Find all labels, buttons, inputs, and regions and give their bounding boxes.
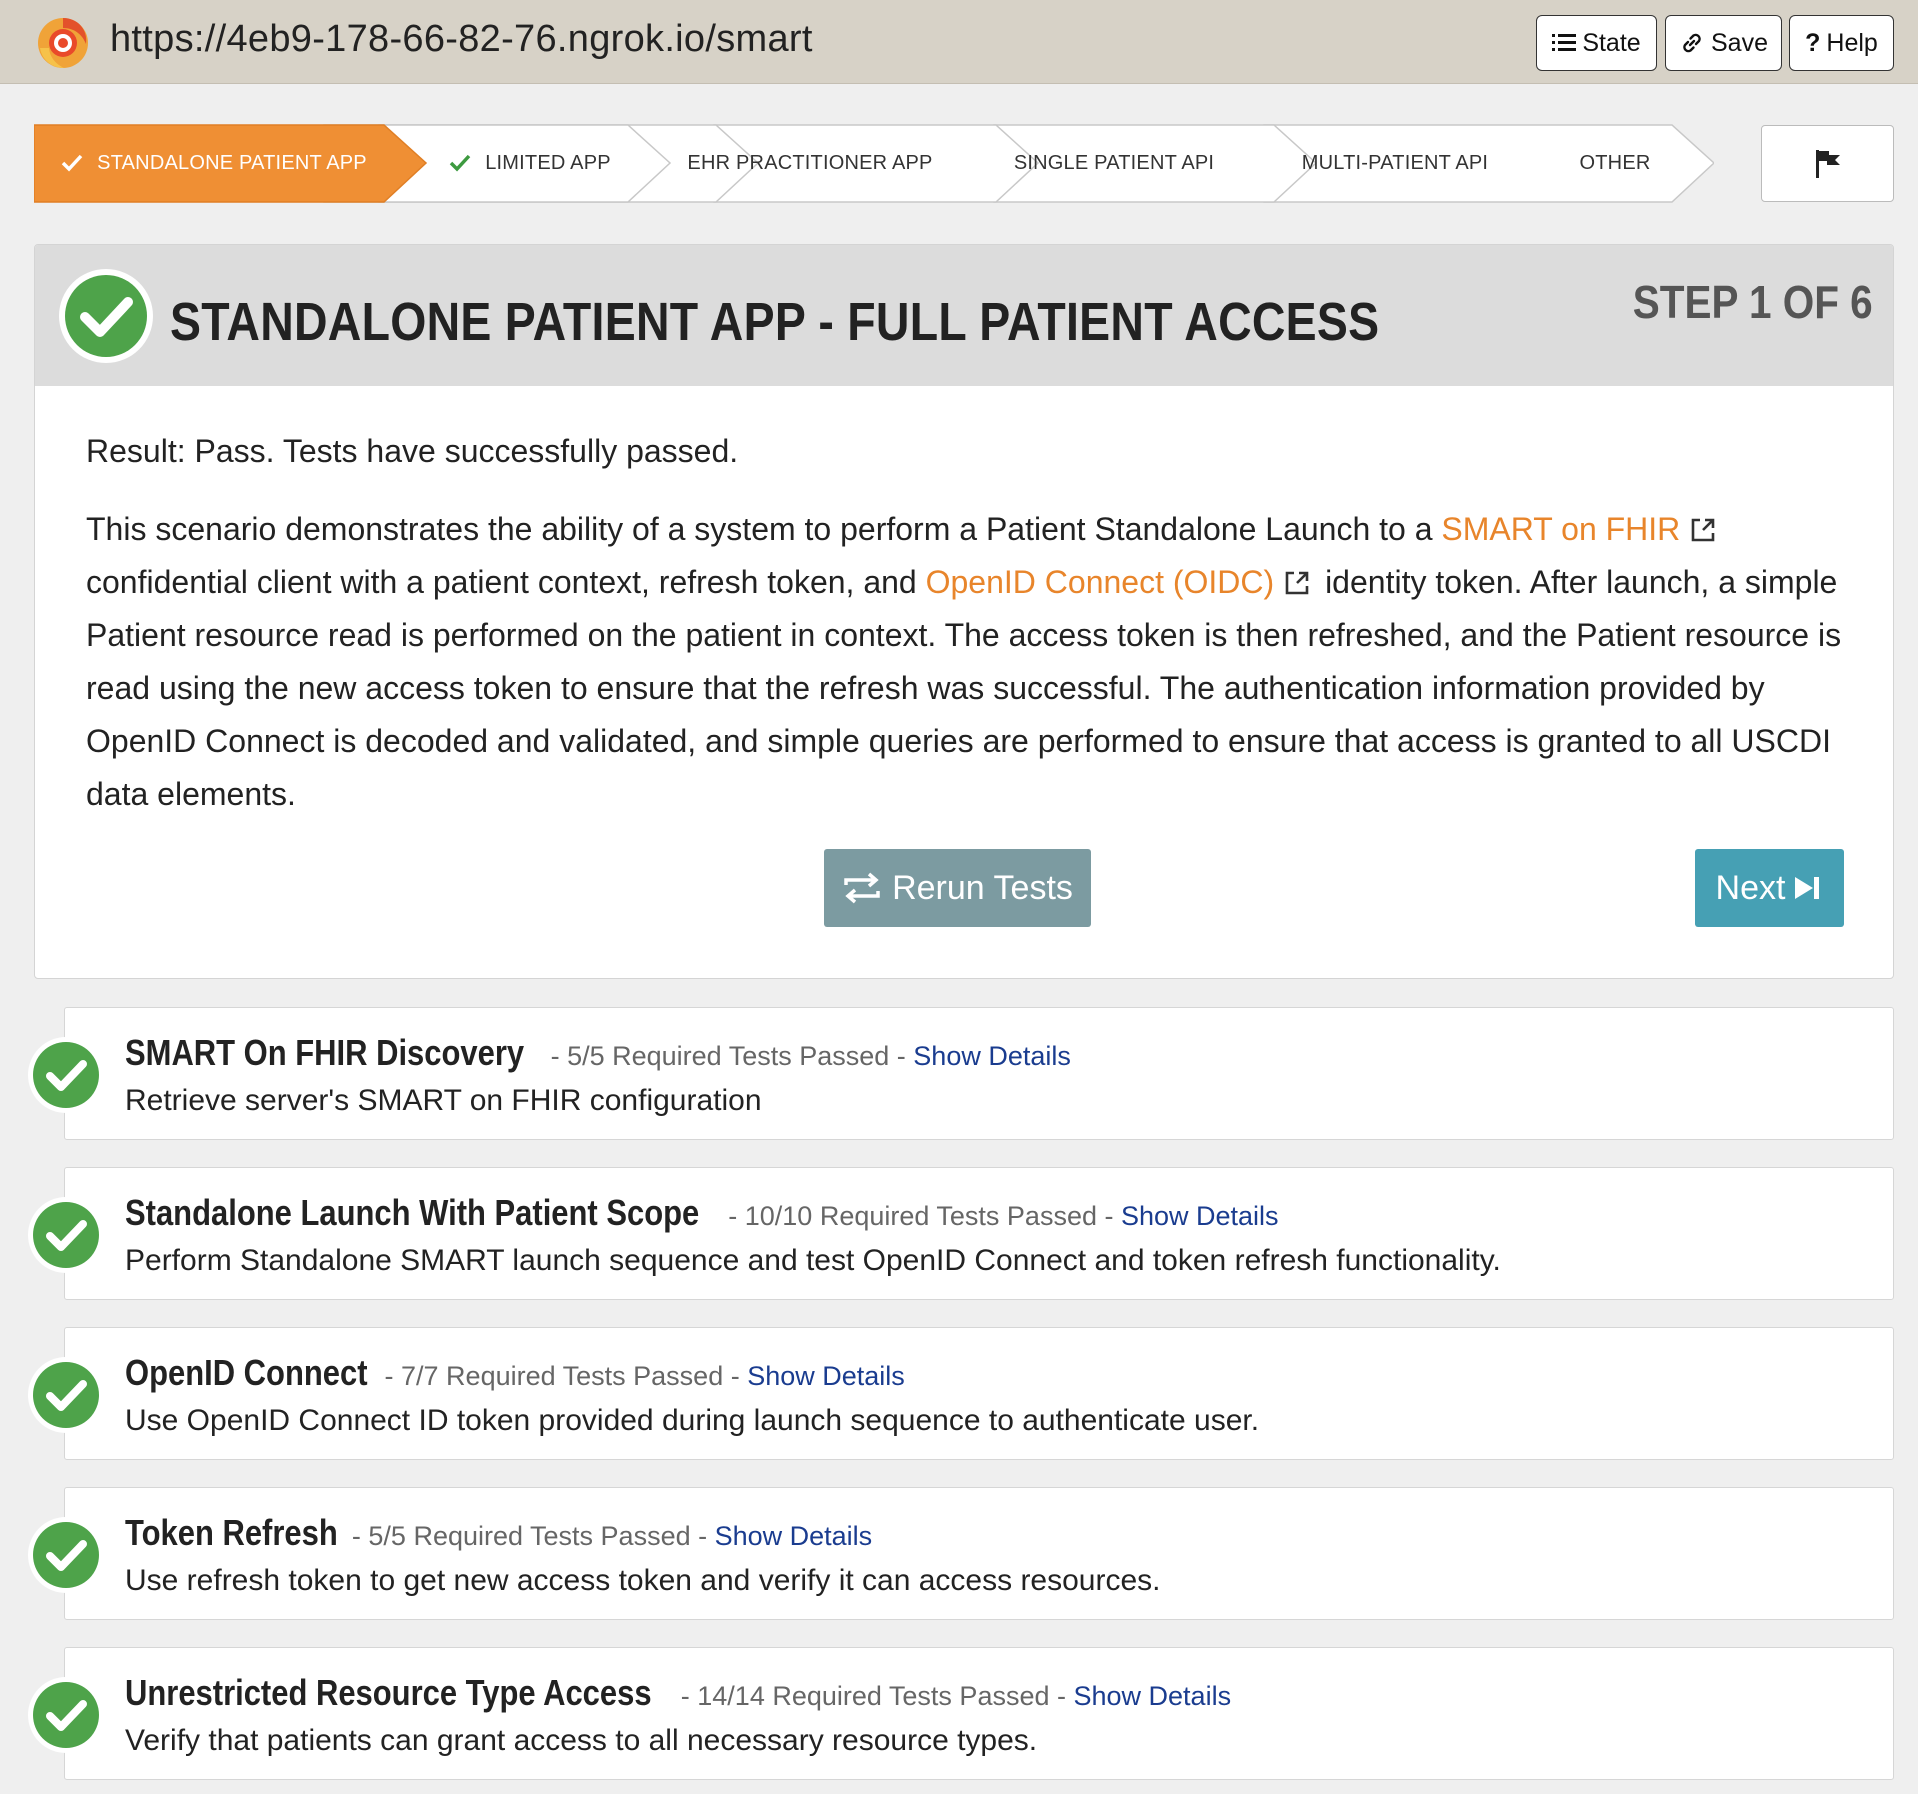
separator: -	[377, 1361, 402, 1391]
step-limited-app[interactable]: LIMITED APP	[400, 124, 660, 202]
check-icon	[449, 154, 471, 172]
repeat-icon	[844, 872, 880, 904]
test-group-title: SMART On FHIR Discovery	[125, 1032, 525, 1073]
test-group: Unrestricted Resource Type Access - 14/1…	[28, 1647, 1894, 1780]
rerun-tests-label: Rerun Tests	[892, 868, 1073, 907]
description-text: confidential client with a patient conte…	[86, 564, 917, 600]
scenario-card: STANDALONE PATIENT APP - FULL PATIENT AC…	[34, 244, 1894, 979]
separator: -	[1049, 1681, 1074, 1711]
tests-passed-count: 5/5 Required Tests Passed	[567, 1041, 890, 1071]
next-button-label: Next	[1715, 868, 1786, 907]
description-text: This scenario demonstrates the ability o…	[86, 511, 1433, 547]
separator: -	[543, 1041, 568, 1071]
test-group: Token Refresh - 5/5 Required Tests Passe…	[28, 1487, 1894, 1620]
step-label: SINGLE PATIENT API	[1013, 151, 1215, 174]
separator: -	[1096, 1201, 1121, 1231]
help-button-label: Help	[1826, 28, 1878, 57]
test-group: SMART On FHIR Discovery - 5/5 Required T…	[28, 1007, 1894, 1140]
test-group-heading: Unrestricted Resource Type Access - 14/1…	[125, 1672, 1231, 1714]
test-group-description: Use refresh token to get new access toke…	[125, 1564, 1161, 1597]
step-single-patient-api[interactable]: SINGLE PATIENT API	[984, 124, 1244, 202]
tests-passed-count: 5/5 Required Tests Passed	[368, 1521, 691, 1551]
test-group-heading: Standalone Launch With Patient Scope - 1…	[125, 1192, 1279, 1234]
top-bar: https://4eb9-178-66-82-76.ngrok.io/smart…	[0, 0, 1918, 84]
test-group-description: Perform Standalone SMART launch sequence…	[125, 1244, 1501, 1277]
inferno-logo	[38, 18, 88, 68]
pass-check-icon	[28, 1677, 104, 1753]
test-group-heading: Token Refresh - 5/5 Required Tests Passe…	[125, 1512, 872, 1554]
question-icon: ?	[1805, 28, 1821, 57]
pass-check-icon	[59, 269, 153, 363]
step-label: MULTI-PATIENT API	[1301, 151, 1489, 174]
test-group: Standalone Launch With Patient Scope - 1…	[28, 1167, 1894, 1300]
step-ehr-practitioner-app[interactable]: EHR PRACTITIONER APP	[660, 124, 960, 202]
rerun-tests-button[interactable]: Rerun Tests	[824, 849, 1091, 927]
result-text: Result: Pass. Tests have successfully pa…	[86, 433, 739, 469]
test-group-title: Token Refresh	[125, 1512, 338, 1553]
test-group: OpenID Connect - 7/7 Required Tests Pass…	[28, 1327, 1894, 1460]
separator: -	[723, 1361, 748, 1391]
help-button[interactable]: ? Help	[1789, 15, 1894, 71]
show-details-link[interactable]: Show Details	[1121, 1201, 1279, 1232]
test-group-title: Unrestricted Resource Type Access	[125, 1672, 652, 1713]
openid-connect-link[interactable]: OpenID Connect (OIDC)	[926, 564, 1275, 600]
save-button-label: Save	[1711, 28, 1768, 57]
show-details-link[interactable]: Show Details	[715, 1521, 873, 1552]
state-button[interactable]: State	[1536, 15, 1657, 71]
step-label: OTHER	[1579, 151, 1651, 174]
link-icon	[1683, 33, 1701, 53]
show-details-link[interactable]: Show Details	[747, 1361, 905, 1392]
tests-passed-count: 14/14 Required Tests Passed	[697, 1681, 1050, 1711]
separator: -	[889, 1041, 914, 1071]
step-multi-patient-api[interactable]: MULTI-PATIENT API	[1264, 124, 1526, 202]
scenario-title: STANDALONE PATIENT APP - FULL PATIENT AC…	[170, 292, 1380, 352]
pass-check-icon	[28, 1357, 104, 1433]
step-standalone-patient-app[interactable]: STANDALONE PATIENT APP	[34, 124, 394, 202]
list-icon	[1552, 34, 1577, 51]
separator: -	[720, 1201, 745, 1231]
test-group-description: Verify that patients can grant access to…	[125, 1724, 1038, 1757]
test-group-title: Standalone Launch With Patient Scope	[125, 1192, 700, 1233]
scenario-header: STANDALONE PATIENT APP - FULL PATIENT AC…	[35, 245, 1893, 386]
save-button[interactable]: Save	[1665, 15, 1782, 71]
test-group-description: Retrieve server's SMART on FHIR configur…	[125, 1084, 762, 1117]
smart-on-fhir-link[interactable]: SMART on FHIR	[1441, 511, 1680, 547]
test-group-heading: SMART On FHIR Discovery - 5/5 Required T…	[125, 1032, 1071, 1074]
separator: -	[673, 1681, 698, 1711]
pass-check-icon	[28, 1037, 104, 1113]
app-url: https://4eb9-178-66-82-76.ngrok.io/smart	[110, 18, 813, 60]
test-group-heading: OpenID Connect - 7/7 Required Tests Pass…	[125, 1352, 905, 1394]
tests-passed-count: 7/7 Required Tests Passed	[401, 1361, 724, 1391]
check-icon	[61, 154, 83, 172]
step-label: STANDALONE PATIENT APP	[97, 151, 367, 174]
pass-check-icon	[28, 1197, 104, 1273]
pass-check-icon	[28, 1517, 104, 1593]
test-group-description: Use OpenID Connect ID token provided dur…	[125, 1404, 1260, 1437]
step-counter: STEP 1 OF 6	[1633, 276, 1873, 328]
separator: -	[690, 1521, 715, 1551]
scenario-description: This scenario demonstrates the ability o…	[86, 503, 1866, 821]
step-other[interactable]: OTHER	[1540, 124, 1690, 202]
test-group-title: OpenID Connect	[125, 1352, 368, 1393]
external-link-icon	[1691, 518, 1715, 542]
step-label: EHR PRACTITIONER APP	[687, 151, 933, 174]
external-link-icon	[1285, 571, 1309, 595]
show-details-link[interactable]: Show Details	[1074, 1681, 1232, 1712]
step-forward-icon	[1795, 877, 1820, 899]
separator: -	[344, 1521, 369, 1551]
show-details-link[interactable]: Show Details	[913, 1041, 1071, 1072]
flag-icon	[1815, 149, 1840, 178]
flag-button[interactable]	[1761, 125, 1894, 202]
tests-passed-count: 10/10 Required Tests Passed	[744, 1201, 1097, 1231]
state-button-label: State	[1582, 28, 1641, 57]
step-label: LIMITED APP	[485, 151, 611, 174]
next-button[interactable]: Next	[1695, 849, 1844, 927]
description-text: identity token. After launch, a simple P…	[86, 564, 1842, 812]
